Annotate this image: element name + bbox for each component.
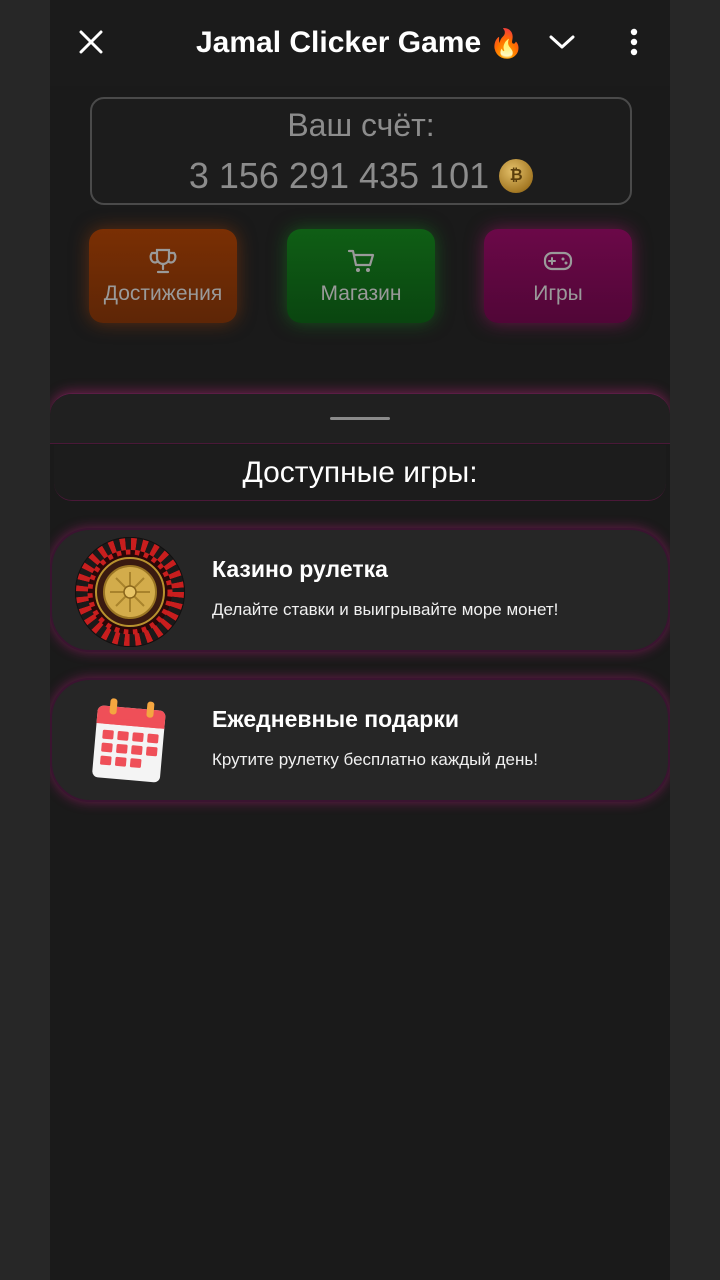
- app-screen: Jamal Clicker Game 🔥 Ваш счёт: 3 156 291…: [50, 0, 670, 1280]
- cart-icon: [347, 249, 375, 272]
- chevron-down-icon: [549, 35, 575, 49]
- games-button[interactable]: Игры: [484, 229, 632, 323]
- collapse-button[interactable]: [538, 18, 586, 66]
- score-value: 3 156 291 435 101: [188, 155, 490, 196]
- game-title: Ежедневные подарки: [212, 706, 460, 732]
- achievements-button[interactable]: Достижения: [89, 229, 237, 323]
- gamepad-icon: [543, 251, 573, 271]
- game-title: Казино рулетка: [212, 556, 388, 582]
- trophy-icon: [149, 248, 177, 274]
- more-vertical-icon: [630, 28, 638, 56]
- calendar-icon: [74, 686, 186, 798]
- app-title-text: Jamal Clicker Game: [195, 26, 482, 59]
- game-card-roulette[interactable]: Казино рулетка Делайте ставки и выигрыва…: [50, 528, 670, 652]
- drag-handle[interactable]: [330, 417, 390, 420]
- games-label: Игры: [533, 282, 583, 305]
- game-description: Крутите рулетку бесплатно каждый день!: [212, 750, 538, 769]
- sheet-header: [50, 394, 670, 444]
- game-card-daily-gifts[interactable]: Ежедневные подарки Крутите рулетку беспл…: [50, 678, 670, 802]
- achievements-label: Достижения: [103, 282, 223, 305]
- roulette-icon: [74, 536, 186, 648]
- score-value-row: 3 156 291 435 101 ₿: [92, 155, 630, 197]
- shop-button[interactable]: Магазин: [287, 229, 435, 323]
- close-button[interactable]: [67, 18, 115, 66]
- shop-label: Магазин: [320, 282, 402, 305]
- top-bar: Jamal Clicker Game 🔥: [50, 0, 670, 86]
- close-icon: [79, 30, 103, 54]
- section-title: Доступные игры:: [54, 445, 666, 501]
- more-menu-button[interactable]: [610, 18, 658, 66]
- score-label: Ваш счёт:: [287, 107, 435, 143]
- fire-emoji: 🔥: [489, 27, 525, 59]
- game-description: Делайте ставки и выигрывайте море монет!: [212, 600, 559, 619]
- games-sheet: Доступные игры: Казино рулетка Делайте с…: [50, 393, 670, 1280]
- coin-icon: ₿: [499, 159, 534, 193]
- score-panel: Ваш счёт: 3 156 291 435 101 ₿: [90, 97, 632, 205]
